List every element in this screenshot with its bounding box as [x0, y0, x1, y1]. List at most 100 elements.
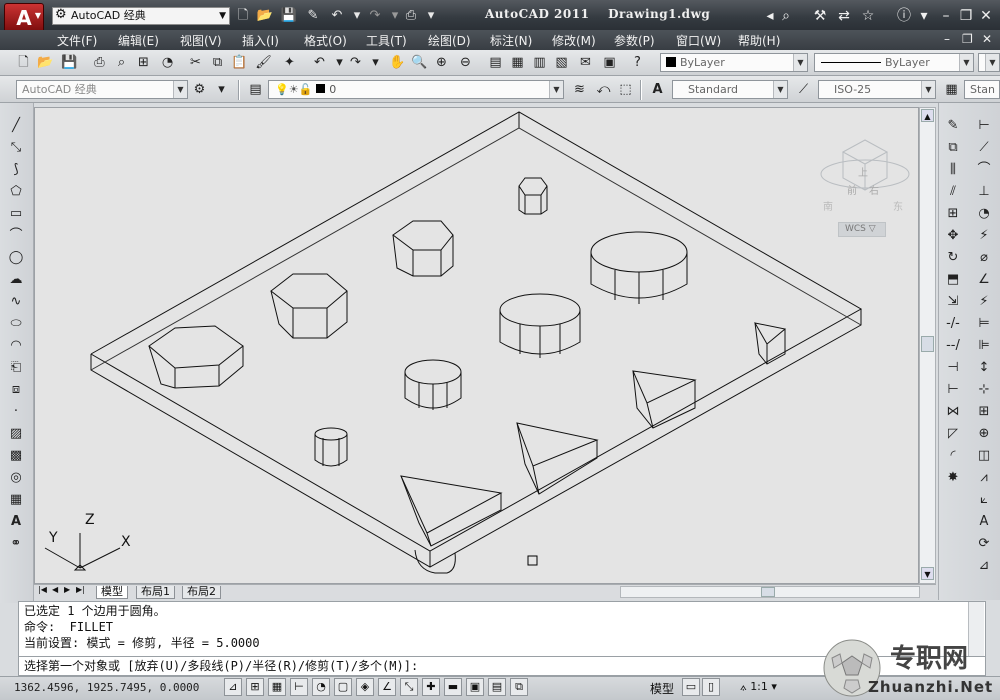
workspace-dropdown-icon[interactable]: ▾ — [212, 80, 231, 99]
ellipse-arc-icon[interactable]: ◠ — [6, 336, 26, 356]
jogged-dimension-icon[interactable]: ⚡ — [974, 226, 994, 246]
sheet-set-icon[interactable]: ▧ — [552, 53, 571, 72]
menu-view[interactable]: 视图(V) — [180, 32, 222, 49]
doc-minimize-icon[interactable]: – — [944, 32, 950, 46]
lineweight-icon[interactable]: ▬ — [444, 678, 462, 696]
vertical-scrollbar[interactable]: ▲ ▼ — [919, 107, 936, 584]
annotation-scale[interactable]: ⟑ 1:1 ▾ — [740, 680, 777, 694]
menu-format[interactable]: 格式(O) — [304, 32, 347, 49]
layer-properties-icon[interactable]: ▤ — [246, 80, 265, 99]
rectangle-icon[interactable]: ▭ — [6, 204, 26, 224]
tool-icon[interactable]: ⚒ — [810, 6, 830, 26]
quick-properties-icon[interactable]: ▤ — [488, 678, 506, 696]
menu-edit[interactable]: 编辑(E) — [118, 32, 159, 49]
scroll-up-arrow-icon[interactable]: ▲ — [921, 109, 934, 122]
properties-icon[interactable]: ▤ — [486, 53, 505, 72]
coordinate-display[interactable]: 1362.4596, 1925.7495, 0.0000 — [14, 681, 199, 694]
add-selected-icon[interactable]: ⚭ — [6, 534, 26, 554]
drawing-viewport[interactable]: 上 前 右 南 东 WCS ▽ Z Y X — [34, 107, 919, 584]
table-style-control[interactable]: Stan — [964, 80, 1000, 99]
menu-tools[interactable]: 工具(T) — [366, 32, 407, 49]
lineweight-control[interactable]: ▼ — [978, 53, 1000, 72]
undo-icon[interactable]: ↶ — [328, 8, 346, 24]
new-file-icon[interactable]: 🗋 — [234, 8, 252, 24]
3d-dwf-icon[interactable]: ◔ — [158, 53, 177, 72]
insert-block-icon[interactable]: ⎗ — [6, 358, 26, 378]
dimension-space-icon[interactable]: ↕ — [974, 358, 994, 378]
linear-dimension-icon[interactable]: ⊢ — [974, 116, 994, 136]
save-as-icon[interactable]: ✎ — [304, 8, 322, 24]
tool-palettes-icon[interactable]: ▥ — [530, 53, 549, 72]
application-menu-button[interactable]: A ▼ — [4, 3, 44, 33]
quick-view-drawings-icon[interactable]: ▯ — [702, 678, 720, 696]
inspection-icon[interactable]: ◫ — [974, 446, 994, 466]
menu-insert[interactable]: 插入(I) — [242, 32, 279, 49]
table-style-icon[interactable]: ▦ — [942, 80, 961, 99]
dimension-style-icon[interactable]: ⊿ — [974, 556, 994, 576]
mtext-icon[interactable]: A — [6, 512, 26, 532]
aligned-dimension-icon[interactable]: ⟋ — [974, 138, 994, 158]
layer-state-icon[interactable]: ⬚ — [616, 80, 635, 99]
explode-icon[interactable]: ✸ — [943, 468, 963, 488]
dimension-style-control[interactable]: ISO-25 ▼ — [818, 80, 936, 99]
linetype-control[interactable]: ByLayer ▼ — [814, 53, 974, 72]
viewcube-front-face[interactable]: 前 — [847, 182, 857, 197]
hatch-icon[interactable]: ▨ — [6, 424, 26, 444]
tab-next-icon[interactable]: ▶ — [64, 585, 70, 594]
arc-icon[interactable]: ⌒ — [6, 226, 26, 246]
ellipse-icon[interactable]: ⬭ — [6, 314, 26, 334]
dynamic-ucs-icon[interactable]: ⤡ — [400, 678, 418, 696]
minimize-window-icon[interactable]: – — [936, 6, 956, 26]
redo-icon[interactable]: ↷ — [366, 8, 384, 24]
pan-icon[interactable]: ✋ — [388, 53, 407, 72]
dimension-text-edit-icon[interactable]: A — [974, 512, 994, 532]
zoom-window-icon[interactable]: ⊕ — [432, 53, 451, 72]
help-dropdown-icon[interactable]: ▾ — [914, 6, 934, 26]
save-icon[interactable]: 💾 — [280, 8, 298, 24]
menu-window[interactable]: 窗口(W) — [676, 32, 721, 49]
mirror-icon[interactable]: ⫼ — [943, 160, 963, 180]
dimension-style-icon[interactable]: ⟋ — [794, 80, 813, 99]
snap-mode-icon[interactable]: ⊞ — [246, 678, 264, 696]
circle-icon[interactable]: ◯ — [6, 248, 26, 268]
continue-dimension-icon[interactable]: ⊫ — [974, 336, 994, 356]
grid-display-icon[interactable]: ▦ — [268, 678, 286, 696]
transparency-icon[interactable]: ▣ — [466, 678, 484, 696]
move-icon[interactable]: ✥ — [943, 226, 963, 246]
menu-modify[interactable]: 修改(M) — [552, 32, 596, 49]
wcs-menu[interactable]: WCS ▽ — [838, 222, 886, 237]
menu-dimension[interactable]: 标注(N) — [490, 32, 532, 49]
tab-layout1[interactable]: 布局1 — [136, 586, 175, 599]
menu-parametric[interactable]: 参数(P) — [614, 32, 655, 49]
viewcube-top-face[interactable]: 上 — [858, 164, 868, 179]
array-icon[interactable]: ⊞ — [943, 204, 963, 224]
workspace-switcher[interactable]: ⚙ AutoCAD 经典 ▼ — [52, 7, 230, 25]
redo-icon[interactable]: ↷ — [346, 53, 365, 72]
scroll-down-arrow-icon[interactable]: ▼ — [921, 567, 934, 580]
paste-icon[interactable]: 📋 — [230, 53, 249, 72]
ortho-mode-icon[interactable]: ⊢ — [290, 678, 308, 696]
exchange-icon[interactable]: ⇄ — [834, 6, 854, 26]
diameter-dimension-icon[interactable]: ⌀ — [974, 248, 994, 268]
quick-view-layouts-icon[interactable]: ▭ — [682, 678, 700, 696]
selection-cycling-icon[interactable]: ⧉ — [510, 678, 528, 696]
construction-line-icon[interactable]: ⤡ — [6, 138, 26, 158]
tab-last-icon[interactable]: ▶| — [76, 585, 85, 594]
publish-icon[interactable]: ⊞ — [134, 53, 153, 72]
table-icon[interactable]: ▦ — [6, 490, 26, 510]
cut-icon[interactable]: ✂ — [186, 53, 205, 72]
tab-prev-icon[interactable]: ◀ — [52, 585, 58, 594]
dynamic-input-icon[interactable]: ✚ — [422, 678, 440, 696]
line-icon[interactable]: ╱ — [6, 116, 26, 136]
object-snap-tracking-icon[interactable]: ∠ — [378, 678, 396, 696]
match-properties-icon[interactable]: 🖌 — [254, 53, 273, 72]
dimension-break-icon[interactable]: ⊹ — [974, 380, 994, 400]
make-object-layer-current-icon[interactable]: ≋ — [570, 80, 589, 99]
rotate-icon[interactable]: ↻ — [943, 248, 963, 268]
binoculars-icon[interactable]: ⌕ — [776, 6, 796, 26]
workspace-settings-icon[interactable]: ⚙ — [190, 80, 209, 99]
menu-help[interactable]: 帮助(H) — [738, 32, 780, 49]
help-icon[interactable]: ? — [628, 53, 647, 72]
markup-icon[interactable]: ✉ — [576, 53, 595, 72]
layer-control[interactable]: 💡☀🔓 0 ▼ — [268, 80, 564, 99]
